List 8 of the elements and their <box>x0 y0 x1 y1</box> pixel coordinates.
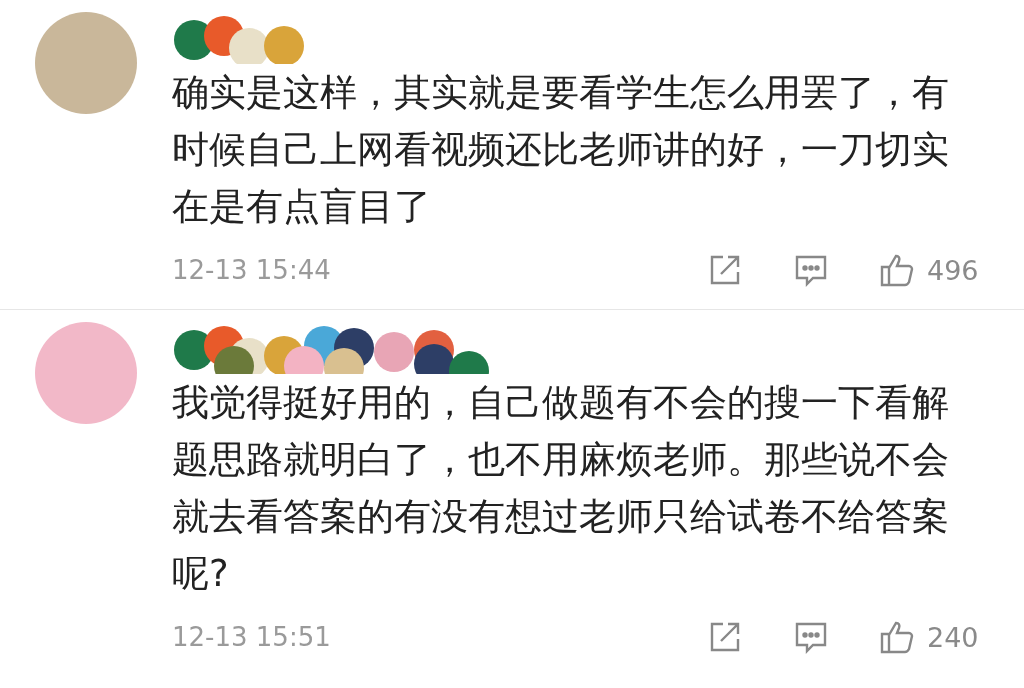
comment-time: 12-13 15:44 <box>172 255 332 285</box>
comment-time: 12-13 15:51 <box>172 622 332 652</box>
thumbs-up-icon[interactable] <box>879 619 915 655</box>
comment-text: 我觉得挺好用的，自己做题有不会的搜一下看解题思路就明白了，也不用麻烦老师。那些说不会就去看答案的有没有想过老师只给试卷不给答案呢? <box>172 380 950 597</box>
like-count: 240 <box>927 621 979 653</box>
thumbs-up-icon[interactable] <box>879 252 915 288</box>
comment-text: 确实是这样，其实就是要看学生怎么用罢了，有时候自己上网看视频还比老师讲的好，一刀切实在是有点盲目了 <box>172 70 950 230</box>
like-count: 496 <box>927 254 979 286</box>
